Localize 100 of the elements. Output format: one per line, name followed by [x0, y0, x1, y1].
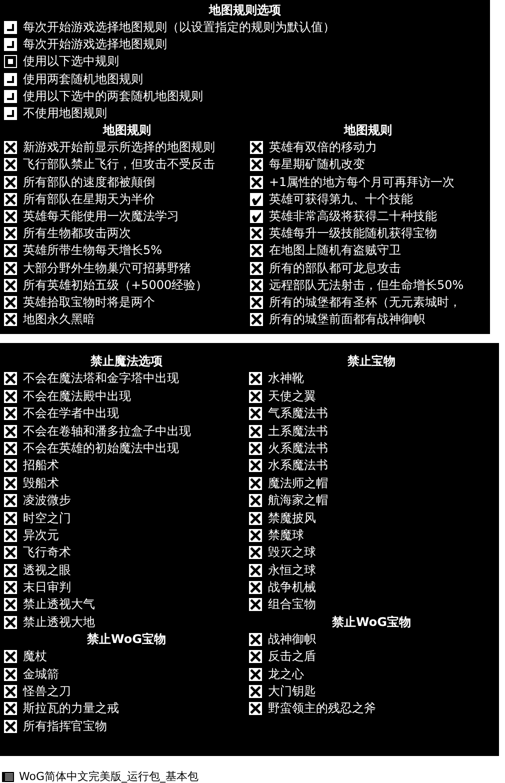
checkbox-label: 禁止透视大地 [23, 614, 95, 630]
checkbox[interactable] [4, 244, 17, 258]
checkbox[interactable] [4, 685, 17, 698]
checkbox[interactable] [249, 685, 262, 698]
checkbox-label: 禁魔披风 [268, 510, 316, 526]
radio-button[interactable] [4, 107, 17, 120]
option-label: 使用以下选中的两套随机地图规则 [23, 88, 203, 104]
checkbox[interactable] [249, 372, 262, 386]
checkbox-label: 不会在魔法塔和金字塔中出现 [23, 371, 179, 386]
checkbox[interactable] [4, 528, 17, 542]
checkbox[interactable] [250, 210, 263, 223]
checkbox-label: 魔杖 [23, 649, 47, 664]
radio-button[interactable] [4, 38, 17, 52]
checkbox-label: 不会在学者中出现 [23, 406, 119, 422]
checkbox[interactable] [249, 632, 262, 646]
checkbox[interactable] [250, 313, 263, 326]
checkbox[interactable] [4, 650, 17, 664]
checkbox-label: 天使之翼 [268, 388, 316, 404]
checkbox[interactable] [4, 262, 17, 275]
checkbox[interactable] [4, 227, 17, 240]
checkbox[interactable] [249, 459, 262, 472]
checkbox[interactable] [250, 176, 263, 189]
checkbox-label: 不会在英雄的初始魔法中出现 [23, 440, 179, 456]
checkbox-label: 飞行奇术 [23, 545, 71, 560]
checkbox[interactable] [4, 616, 17, 629]
checkbox[interactable] [249, 407, 262, 420]
checkbox[interactable] [4, 564, 17, 577]
section-heading: 地图规则 [342, 122, 393, 140]
checkbox[interactable] [4, 278, 17, 292]
checkbox-label: 地图永久黑暗 [23, 312, 95, 328]
section-heading: 禁止魔法选项 [90, 353, 164, 370]
checkbox[interactable] [4, 176, 17, 189]
checkbox[interactable] [4, 494, 17, 508]
radio-button[interactable] [4, 21, 17, 34]
checkbox[interactable] [4, 442, 17, 455]
checkbox[interactable] [249, 390, 262, 403]
checkbox[interactable] [4, 296, 17, 309]
radio-button[interactable] [4, 90, 17, 103]
checkbox[interactable] [249, 528, 262, 542]
checkbox-label: 透视之眼 [23, 562, 71, 578]
checkbox[interactable] [250, 296, 263, 309]
checkbox-label: 招船术 [23, 458, 59, 474]
checkbox-label: 航海家之帽 [268, 493, 328, 508]
checkbox[interactable] [4, 546, 17, 560]
checkbox[interactable] [4, 424, 17, 438]
checkbox[interactable] [249, 668, 262, 681]
checkbox-label: 英雄所带生物每天增长5% [23, 243, 162, 258]
checkbox[interactable] [249, 494, 262, 508]
checkbox[interactable] [4, 158, 17, 172]
checkbox[interactable] [249, 546, 262, 560]
checkbox[interactable] [249, 581, 262, 594]
document-icon [2, 770, 14, 782]
checkbox[interactable] [250, 262, 263, 275]
checkbox-label: 英雄每天能使用一次魔法学习 [23, 208, 179, 224]
checkbox[interactable] [4, 210, 17, 223]
checkbox[interactable] [4, 512, 17, 524]
checkbox-label: 水系魔法书 [268, 458, 328, 474]
checkbox[interactable] [4, 192, 17, 206]
checkbox-label: 土系魔法书 [268, 424, 328, 439]
radio-button[interactable] [4, 72, 17, 86]
checkbox-label: 火系魔法书 [268, 440, 328, 456]
checkbox[interactable] [4, 668, 17, 681]
checkbox-label: 不会在卷轴和潘多拉盒子中出现 [23, 424, 191, 439]
checkbox[interactable] [249, 564, 262, 577]
checkbox[interactable] [250, 158, 263, 172]
checkbox[interactable] [4, 459, 17, 472]
checkbox[interactable] [4, 390, 17, 403]
checkbox[interactable] [250, 192, 263, 206]
option-label: 使用两套随机地图规则 [23, 72, 143, 87]
checkbox[interactable] [4, 598, 17, 612]
checkbox[interactable] [4, 476, 17, 490]
radio-button[interactable] [4, 55, 17, 68]
checkbox[interactable] [4, 407, 17, 420]
checkbox-label: 不会在魔法殿中出现 [23, 388, 131, 404]
checkbox[interactable] [4, 581, 17, 594]
checkbox[interactable] [4, 720, 17, 733]
checkbox-label: 野蛮领主的残忍之斧 [268, 701, 376, 716]
checkbox[interactable] [4, 141, 17, 154]
checkbox[interactable] [249, 476, 262, 490]
checkbox[interactable] [250, 141, 263, 154]
checkbox-label: 凌波微步 [23, 493, 71, 508]
checkbox-label: 反击之盾 [268, 649, 316, 664]
checkbox[interactable] [249, 442, 262, 455]
checkbox[interactable] [4, 702, 17, 716]
checkbox[interactable] [4, 372, 17, 386]
checkbox-label: 所有生物都攻击两次 [23, 226, 131, 242]
checkbox-label: 异次元 [23, 528, 59, 543]
checkbox-label: 英雄拾取宝物时将是两个 [23, 294, 155, 310]
checkbox[interactable] [250, 244, 263, 258]
checkbox[interactable] [250, 278, 263, 292]
checkbox[interactable] [250, 227, 263, 240]
checkbox[interactable] [249, 598, 262, 612]
checkbox-label: 远程部队无法射击，但生命增长50% [269, 278, 464, 293]
section-heading: 地图规则选项 [208, 2, 282, 19]
checkbox[interactable] [249, 512, 262, 524]
checkbox[interactable] [249, 650, 262, 664]
checkbox[interactable] [249, 702, 262, 716]
checkbox[interactable] [4, 313, 17, 326]
checkbox-label: 英雄可获得第九、十个技能 [269, 192, 413, 207]
checkbox[interactable] [249, 424, 262, 438]
